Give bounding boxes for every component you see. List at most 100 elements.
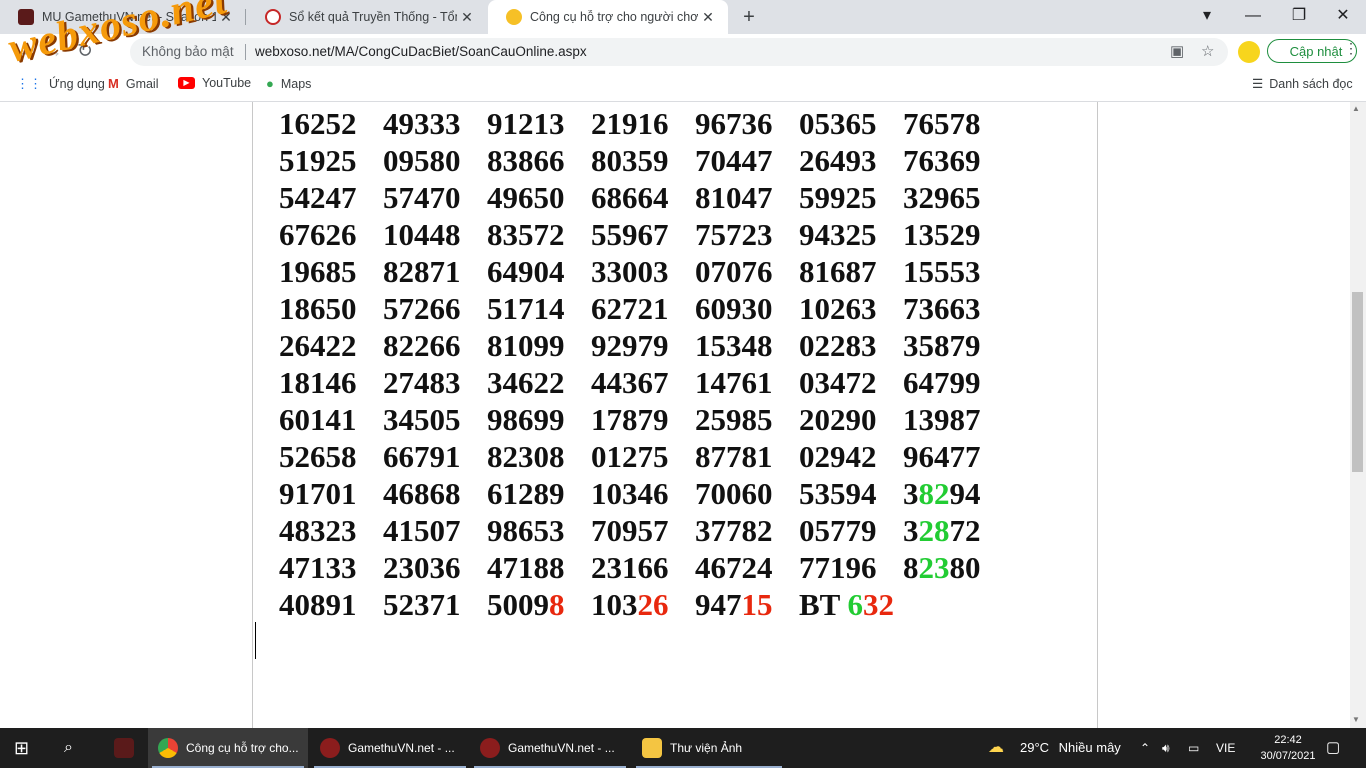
- number-cell: 80359: [591, 143, 669, 178]
- xs-logo-icon: [506, 9, 522, 25]
- close-tab-icon[interactable]: ✕: [457, 9, 477, 26]
- bookmark-star-icon[interactable]: ☆: [1201, 42, 1214, 60]
- taskbar-chrome[interactable]: Công cụ hỗ trợ cho...: [148, 728, 308, 768]
- number-cell: 47133: [279, 550, 357, 585]
- weather-icon[interactable]: ☁: [988, 728, 1004, 768]
- number-cell: 81099: [487, 328, 565, 363]
- number-cell: 62721: [591, 291, 669, 326]
- number-cell: 57266: [383, 291, 461, 326]
- bookmark-gmail[interactable]: M Gmail: [108, 76, 159, 91]
- number-cell: 68664: [591, 180, 669, 215]
- network-icon[interactable]: ▭: [1188, 728, 1199, 768]
- taskbar-gamethuvn-2[interactable]: GamethuVN.net - ...: [470, 728, 630, 768]
- profile-avatar[interactable]: [1238, 41, 1260, 63]
- number-cell: 76578: [903, 106, 981, 141]
- number-cell: 82871: [383, 254, 461, 289]
- mu-game-icon: [114, 738, 134, 758]
- tab-so-ket-qua[interactable]: Sổ kết quả Truyền Thống - Tổng ✕: [247, 0, 487, 34]
- notification-icon[interactable]: ▢: [1326, 728, 1340, 768]
- number-cell: 05365: [799, 106, 877, 141]
- number-cell: 15348: [695, 328, 773, 363]
- number-cell: 33003: [591, 254, 669, 289]
- number-cell: 02942: [799, 439, 877, 474]
- number-cell: 10263: [799, 291, 877, 326]
- number-cell: 53594: [799, 476, 877, 511]
- number-cell: 73663: [903, 291, 981, 326]
- number-cell: 18146: [279, 365, 357, 400]
- search-icon[interactable]: ⌕: [64, 728, 73, 768]
- taskbar-mu-game[interactable]: [104, 728, 144, 768]
- taskbar-gamethuvn-1[interactable]: GamethuVN.net - ...: [310, 728, 470, 768]
- number-cell: 10346: [591, 476, 669, 511]
- tray-overflow-icon[interactable]: ⌃: [1140, 728, 1150, 768]
- blocked-popup-icon[interactable]: ▣: [1170, 42, 1184, 60]
- number-cell: 59925: [799, 180, 877, 215]
- number-cell: 77196: [799, 550, 877, 585]
- number-cell: 94715: [695, 587, 773, 622]
- bookmark-apps[interactable]: ⋮⋮ Ứng dụng: [16, 76, 105, 92]
- scrollbar-thumb[interactable]: [1352, 292, 1363, 472]
- tab-search-icon[interactable]: ▾: [1184, 0, 1230, 34]
- weather-widget[interactable]: 29°C Nhiều mây: [1020, 728, 1121, 768]
- number-cell: 75723: [695, 217, 773, 252]
- bookmark-youtube[interactable]: ▶ YouTube: [178, 76, 251, 90]
- taskbar-photos[interactable]: Thư viện Ảnh: [632, 728, 786, 768]
- number-cell: 55967: [591, 217, 669, 252]
- number-cell: 23036: [383, 550, 461, 585]
- number-cell: 34622: [487, 365, 565, 400]
- number-cell: 98653: [487, 513, 565, 548]
- number-cell: 14761: [695, 365, 773, 400]
- menu-icon[interactable]: ⋮: [1344, 40, 1358, 57]
- clock[interactable]: 22:42 30/07/2021: [1258, 732, 1318, 764]
- tab-title: Công cụ hỗ trợ cho người chơi xổ: [530, 10, 698, 24]
- new-tab-button[interactable]: +: [738, 6, 760, 28]
- number-cell: 52371: [383, 587, 461, 622]
- scroll-down-arrow[interactable]: ▼: [1352, 715, 1360, 724]
- number-cell: 81047: [695, 180, 773, 215]
- number-cell: 46868: [383, 476, 461, 511]
- number-cell: 76369: [903, 143, 981, 178]
- number-cell: 41507: [383, 513, 461, 548]
- number-cell: 44367: [591, 365, 669, 400]
- number-cell: 96736: [695, 106, 773, 141]
- folder-icon: [642, 738, 662, 758]
- number-cell: 03472: [799, 365, 877, 400]
- number-cell: 27483: [383, 365, 461, 400]
- number-cell: 60930: [695, 291, 773, 326]
- number-cell: 91213: [487, 106, 565, 141]
- security-indicator[interactable]: Không bảo mật: [142, 44, 234, 59]
- close-window-button[interactable]: ✕: [1320, 0, 1366, 34]
- number-cell: 52658: [279, 439, 357, 474]
- number-cell: 19685: [279, 254, 357, 289]
- minimize-button[interactable]: —: [1230, 0, 1276, 34]
- page-content: 16252 49333 91213 21916 96736 05365 76578 51925…: [0, 102, 1350, 728]
- number-cell: 13987: [903, 402, 981, 437]
- number-cell: 64799: [903, 365, 981, 400]
- volume-icon[interactable]: 🔊︎: [1162, 728, 1170, 768]
- start-button[interactable]: ⊞: [14, 728, 29, 768]
- address-bar[interactable]: Không bảo mật webxoso.net/MA/CongCuDacBi…: [130, 38, 1228, 66]
- number-cell: 38294: [903, 476, 981, 511]
- language-indicator[interactable]: VIE: [1216, 728, 1235, 768]
- number-cell: 82380: [903, 550, 981, 585]
- mu-game-icon: [320, 738, 340, 758]
- bookmark-maps[interactable]: ● Maps: [266, 76, 311, 91]
- number-cell: 57470: [383, 180, 461, 215]
- number-cell: 50098: [487, 587, 565, 622]
- number-cell: 47188: [487, 550, 565, 585]
- number-cell: 26493: [799, 143, 877, 178]
- number-cell: 82266: [383, 328, 461, 363]
- number-cell: 26422: [279, 328, 357, 363]
- number-cell: 61289: [487, 476, 565, 511]
- restore-button[interactable]: ❐: [1276, 0, 1322, 34]
- close-tab-icon[interactable]: ✕: [698, 9, 718, 26]
- scroll-up-arrow[interactable]: ▲: [1352, 104, 1360, 113]
- number-cell: 82308: [487, 439, 565, 474]
- url-text[interactable]: webxoso.net/MA/CongCuDacBiet/SoanCauOnli…: [255, 44, 587, 59]
- number-cell: 05779: [799, 513, 877, 548]
- reading-list-button[interactable]: ☰ Danh sách đọc: [1252, 76, 1353, 91]
- number-cell: 60141: [279, 402, 357, 437]
- number-cell: 02283: [799, 328, 877, 363]
- tab-cong-cu[interactable]: Công cụ hỗ trợ cho người chơi xổ ✕: [488, 0, 728, 34]
- number-cell: 35879: [903, 328, 981, 363]
